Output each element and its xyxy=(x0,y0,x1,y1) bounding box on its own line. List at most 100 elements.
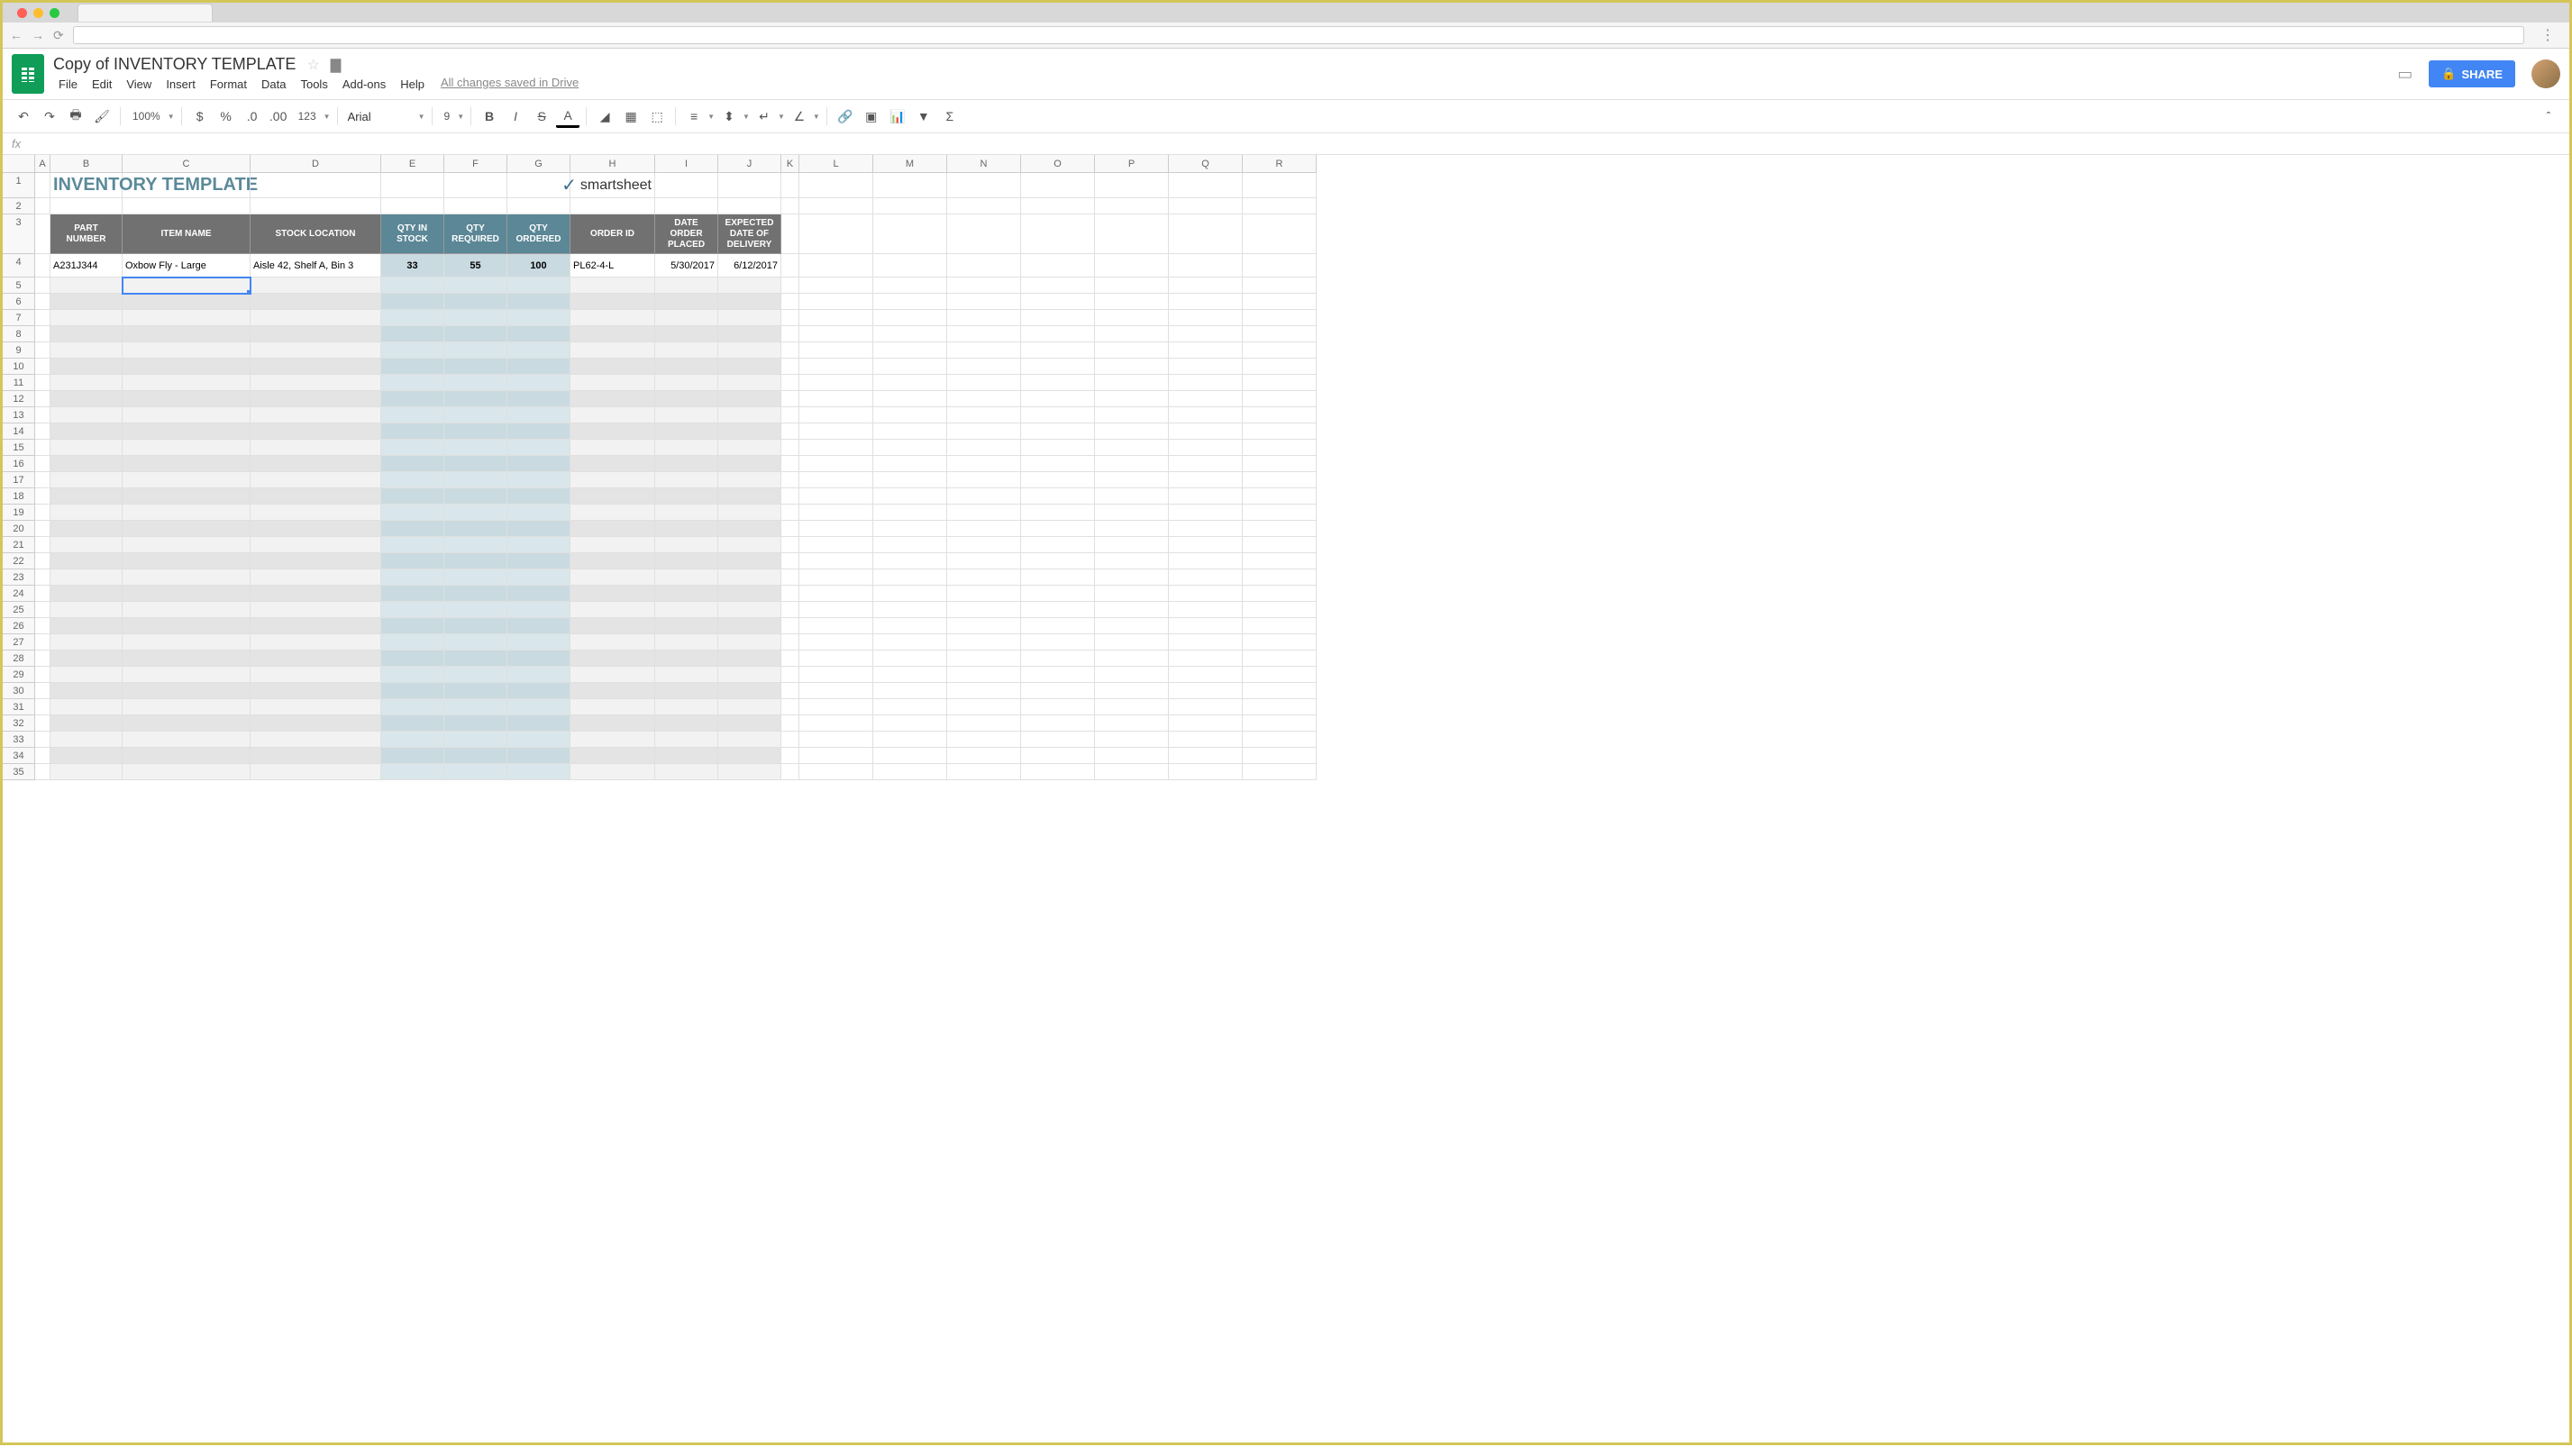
cell-H23[interactable] xyxy=(570,569,655,586)
cell-A12[interactable] xyxy=(35,391,50,407)
cell-O27[interactable] xyxy=(1021,634,1095,651)
cell-P33[interactable] xyxy=(1095,732,1169,748)
cell-Q7[interactable] xyxy=(1169,310,1243,326)
cell-J34[interactable] xyxy=(718,748,781,764)
cell-K34[interactable] xyxy=(781,748,799,764)
cell-O5[interactable] xyxy=(1021,278,1095,294)
cell-O10[interactable] xyxy=(1021,359,1095,375)
cell-M21[interactable] xyxy=(873,537,947,553)
cell-K10[interactable] xyxy=(781,359,799,375)
cell-G5[interactable] xyxy=(507,278,570,294)
cell-K3[interactable] xyxy=(781,214,799,254)
undo-button[interactable]: ↶ xyxy=(12,105,35,128)
cell-I21[interactable] xyxy=(655,537,718,553)
fill-color-button[interactable]: ◢ xyxy=(593,105,616,128)
col-header-L[interactable]: L xyxy=(799,155,873,172)
cell-L27[interactable] xyxy=(799,634,873,651)
row-header-35[interactable]: 35 xyxy=(3,764,34,780)
col-header-F[interactable]: F xyxy=(444,155,507,172)
cell-B14[interactable] xyxy=(50,423,123,440)
cell-P12[interactable] xyxy=(1095,391,1169,407)
col-header-R[interactable]: R xyxy=(1243,155,1317,172)
cell-K14[interactable] xyxy=(781,423,799,440)
cell-Q11[interactable] xyxy=(1169,375,1243,391)
cell-P26[interactable] xyxy=(1095,618,1169,634)
print-button[interactable]: 🖶 xyxy=(64,105,87,128)
cell-P17[interactable] xyxy=(1095,472,1169,488)
cell-N11[interactable] xyxy=(947,375,1021,391)
cell-N31[interactable] xyxy=(947,699,1021,715)
number-format-dropdown[interactable]: 123 ▼ xyxy=(293,110,331,123)
cell-M28[interactable] xyxy=(873,651,947,667)
cell-E3[interactable]: QTY IN STOCK xyxy=(381,214,444,254)
cell-K4[interactable] xyxy=(781,254,799,278)
cell-A20[interactable] xyxy=(35,521,50,537)
cell-L18[interactable] xyxy=(799,488,873,505)
cell-K1[interactable] xyxy=(781,173,799,198)
cell-F10[interactable] xyxy=(444,359,507,375)
cell-H18[interactable] xyxy=(570,488,655,505)
bold-button[interactable]: B xyxy=(478,105,501,128)
cell-M14[interactable] xyxy=(873,423,947,440)
cell-N30[interactable] xyxy=(947,683,1021,699)
cell-P11[interactable] xyxy=(1095,375,1169,391)
cell-R29[interactable] xyxy=(1243,667,1317,683)
cell-O31[interactable] xyxy=(1021,699,1095,715)
cell-P19[interactable] xyxy=(1095,505,1169,521)
cell-Q6[interactable] xyxy=(1169,294,1243,310)
cell-B6[interactable] xyxy=(50,294,123,310)
cell-G9[interactable] xyxy=(507,342,570,359)
cell-A21[interactable] xyxy=(35,537,50,553)
cell-P24[interactable] xyxy=(1095,586,1169,602)
functions-button[interactable]: Σ xyxy=(938,105,962,128)
cell-C19[interactable] xyxy=(123,505,251,521)
cell-P31[interactable] xyxy=(1095,699,1169,715)
cell-E30[interactable] xyxy=(381,683,444,699)
cell-M6[interactable] xyxy=(873,294,947,310)
cell-F4[interactable]: 55 xyxy=(444,254,507,278)
cell-G14[interactable] xyxy=(507,423,570,440)
cell-N13[interactable] xyxy=(947,407,1021,423)
cell-R27[interactable] xyxy=(1243,634,1317,651)
cell-O29[interactable] xyxy=(1021,667,1095,683)
cell-O32[interactable] xyxy=(1021,715,1095,732)
cell-G24[interactable] xyxy=(507,586,570,602)
cell-B13[interactable] xyxy=(50,407,123,423)
cell-H24[interactable] xyxy=(570,586,655,602)
cell-J29[interactable] xyxy=(718,667,781,683)
cell-P8[interactable] xyxy=(1095,326,1169,342)
cell-H10[interactable] xyxy=(570,359,655,375)
cell-A4[interactable] xyxy=(35,254,50,278)
cell-O24[interactable] xyxy=(1021,586,1095,602)
cell-B12[interactable] xyxy=(50,391,123,407)
select-all-cell[interactable] xyxy=(3,155,35,173)
cell-Q1[interactable] xyxy=(1169,173,1243,198)
cell-I5[interactable] xyxy=(655,278,718,294)
cell-G25[interactable] xyxy=(507,602,570,618)
row-header-25[interactable]: 25 xyxy=(3,602,34,618)
cell-R32[interactable] xyxy=(1243,715,1317,732)
cell-J2[interactable] xyxy=(718,198,781,214)
cell-F34[interactable] xyxy=(444,748,507,764)
cell-F6[interactable] xyxy=(444,294,507,310)
cell-F15[interactable] xyxy=(444,440,507,456)
forward-button[interactable]: → xyxy=(32,28,44,42)
col-header-A[interactable]: A xyxy=(35,155,50,172)
cell-Q31[interactable] xyxy=(1169,699,1243,715)
cell-G20[interactable] xyxy=(507,521,570,537)
cell-C26[interactable] xyxy=(123,618,251,634)
cell-M25[interactable] xyxy=(873,602,947,618)
cell-O18[interactable] xyxy=(1021,488,1095,505)
cell-F31[interactable] xyxy=(444,699,507,715)
cell-F35[interactable] xyxy=(444,764,507,780)
cell-L23[interactable] xyxy=(799,569,873,586)
cell-O21[interactable] xyxy=(1021,537,1095,553)
cell-Q12[interactable] xyxy=(1169,391,1243,407)
cell-P22[interactable] xyxy=(1095,553,1169,569)
cell-G13[interactable] xyxy=(507,407,570,423)
cell-H20[interactable] xyxy=(570,521,655,537)
cell-I25[interactable] xyxy=(655,602,718,618)
cell-D10[interactable] xyxy=(251,359,381,375)
cell-A32[interactable] xyxy=(35,715,50,732)
cell-N23[interactable] xyxy=(947,569,1021,586)
